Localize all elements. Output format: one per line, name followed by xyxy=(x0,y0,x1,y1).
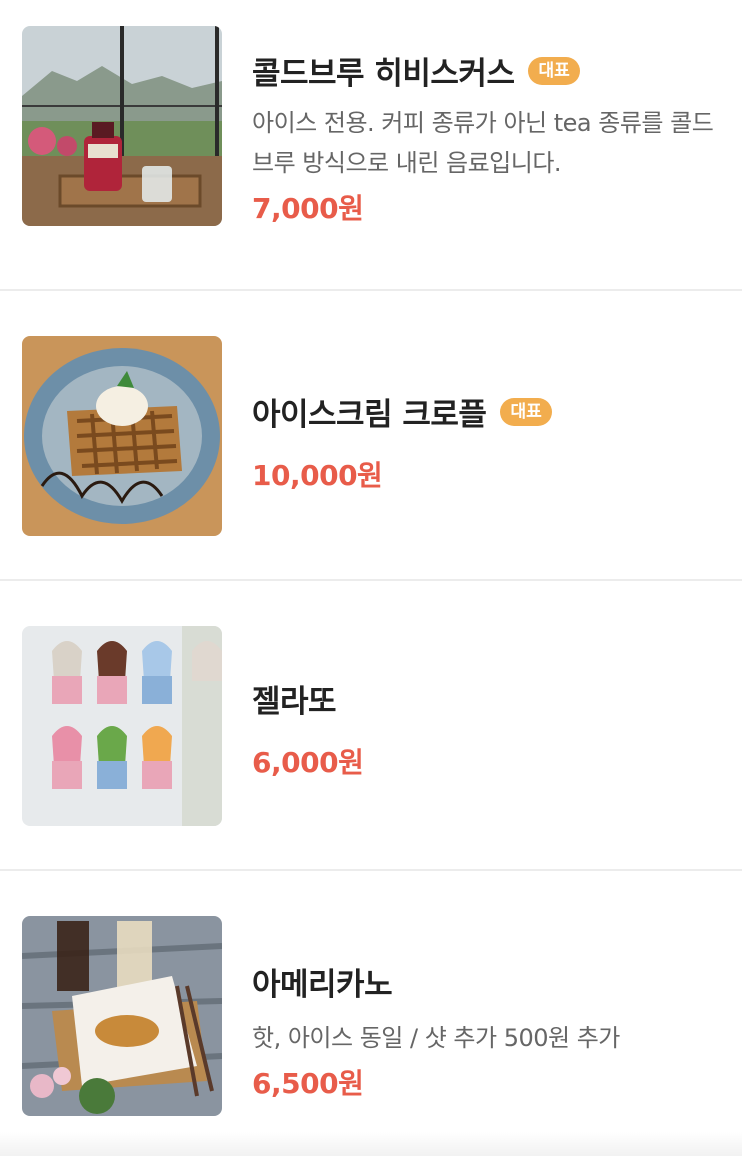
menu-item-price: 6,000원 xyxy=(252,746,364,779)
menu-item[interactable]: 아메리카노 핫, 아이스 동일 / 샷 추가 500원 추가 6,500원 xyxy=(0,871,742,1161)
menu-item-photo xyxy=(22,26,222,226)
menu-item-title: 아메리카노 xyxy=(252,967,393,1003)
menu-item[interactable]: 젤라또 6,000원 xyxy=(0,581,742,871)
signature-badge: 대표 xyxy=(500,397,552,426)
menu-item-info: 콜드브루 히비스커스 대표 아이스 전용. 커피 종류가 아닌 tea 종류를 … xyxy=(252,48,722,227)
menu-item-photo xyxy=(22,626,222,826)
menu-item-price: 6,500원 xyxy=(252,1067,364,1100)
menu-item-description: 아이스 전용. 커피 종류가 아닌 tea 종류를 콜드브루 방식으로 내린 음… xyxy=(252,109,714,177)
menu-item-photo xyxy=(22,916,222,1116)
menu-item-description: 핫, 아이스 동일 / 샷 추가 500원 추가 xyxy=(252,1024,620,1052)
menu-item-info: 젤라또 6,000원 xyxy=(252,676,722,781)
menu-item-title: 콜드브루 히비스커스 xyxy=(252,56,515,92)
menu-item-price: 7,000원 xyxy=(252,192,364,225)
menu-item-price: 10,000원 xyxy=(252,459,383,492)
menu-item-photo xyxy=(22,336,222,536)
menu-item-info: 아메리카노 핫, 아이스 동일 / 샷 추가 500원 추가 6,500원 xyxy=(252,959,722,1102)
bottom-fade xyxy=(0,1132,742,1156)
menu-item-title: 아이스크림 크로플 xyxy=(252,397,487,433)
menu-item-title: 젤라또 xyxy=(252,684,337,720)
signature-badge: 대표 xyxy=(528,56,580,85)
menu-item[interactable]: 콜드브루 히비스커스 대표 아이스 전용. 커피 종류가 아닌 tea 종류를 … xyxy=(0,0,742,290)
menu-item-info: 아이스크림 크로플 대표 10,000원 xyxy=(252,389,722,494)
menu-item[interactable]: 아이스크림 크로플 대표 10,000원 xyxy=(0,291,742,581)
